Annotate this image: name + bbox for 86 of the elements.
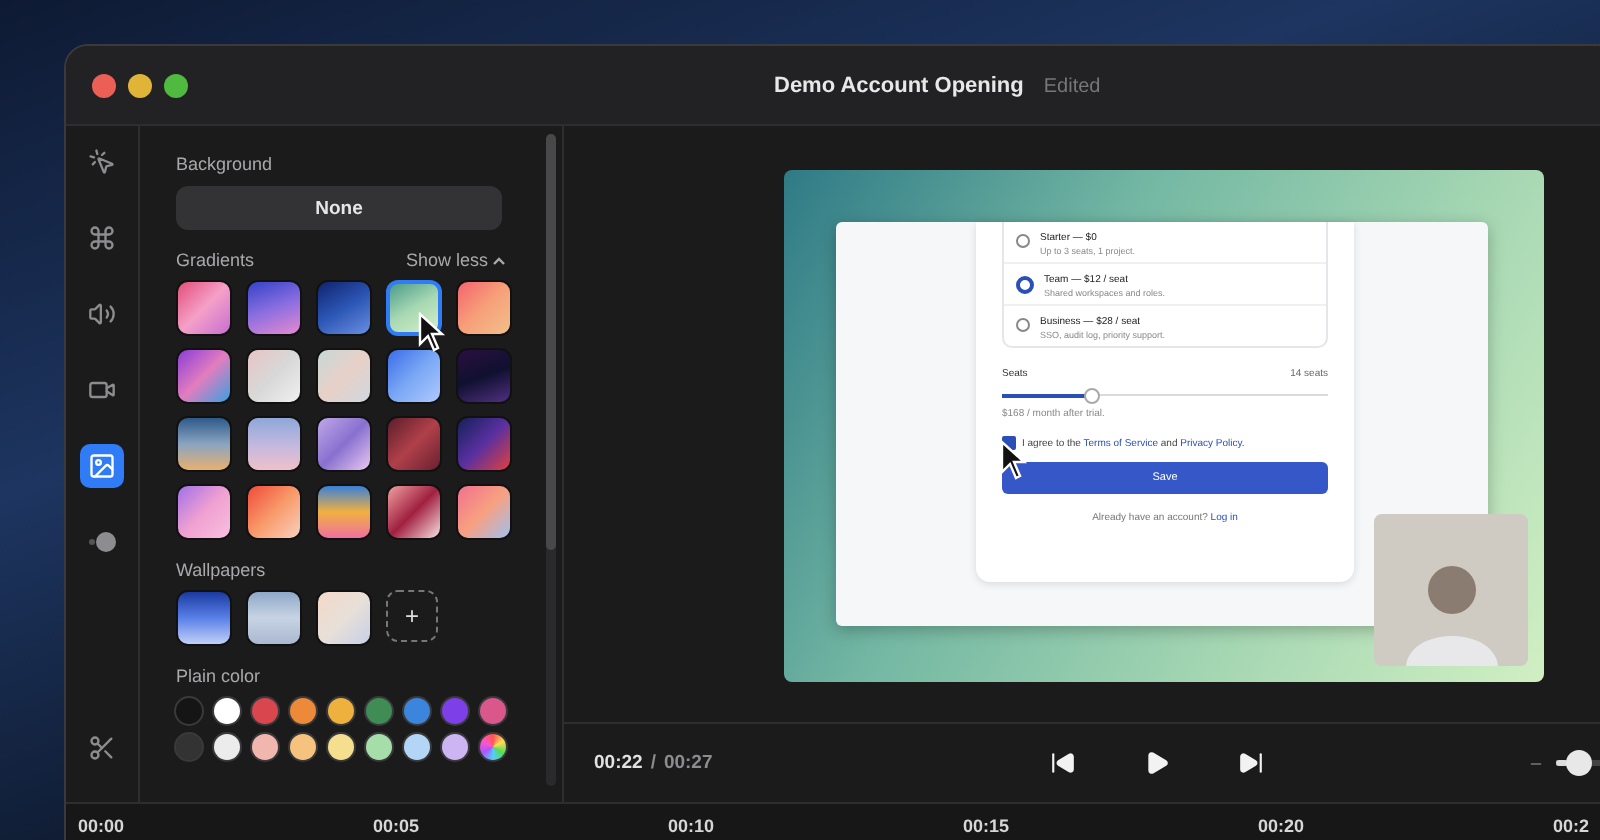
time-tick: 00:10 xyxy=(668,816,717,836)
section-label: Wallpapers xyxy=(176,560,268,580)
playback-button[interactable] xyxy=(1238,750,1264,776)
scrollbar[interactable] xyxy=(546,134,556,786)
color-dot[interactable] xyxy=(480,734,506,760)
time-tick: 00:15 xyxy=(963,816,1012,836)
color-dot[interactable] xyxy=(366,734,392,760)
playback-button[interactable] xyxy=(1050,750,1076,776)
gradient-swatch[interactable] xyxy=(456,348,512,404)
section-label: Gradients xyxy=(176,250,255,270)
current-time: 00:22 xyxy=(594,752,643,774)
section-label: Plain color xyxy=(176,666,263,686)
gradient-swatch[interactable] xyxy=(386,348,442,404)
color-dot[interactable] xyxy=(176,698,202,724)
speaker-icon xyxy=(88,300,116,328)
gradient-swatch[interactable] xyxy=(246,484,302,540)
color-dot[interactable] xyxy=(252,734,278,760)
gradient-swatch[interactable] xyxy=(246,280,302,336)
gradient-swatch[interactable] xyxy=(176,416,232,472)
scrollbar-thumb[interactable] xyxy=(546,134,556,550)
color-dot[interactable] xyxy=(442,698,468,724)
skip-back-icon xyxy=(1050,750,1076,776)
gradient-swatch[interactable] xyxy=(316,348,372,404)
gradient-swatch[interactable] xyxy=(246,416,302,472)
color-dot[interactable] xyxy=(404,698,430,724)
time-separator: / xyxy=(650,752,656,774)
time-tick: 00:20 xyxy=(1258,816,1307,836)
color-dot[interactable] xyxy=(442,734,468,760)
tool-button[interactable] xyxy=(80,444,124,488)
gradient-swatch[interactable] xyxy=(246,348,302,404)
gradient-swatch[interactable] xyxy=(386,280,442,336)
time-tick: 00:05 xyxy=(373,816,422,836)
total-time: 00:27 xyxy=(663,752,713,774)
time-tick: 00:00 xyxy=(78,816,127,836)
play-icon xyxy=(1144,750,1170,776)
close-button[interactable] xyxy=(92,73,116,97)
radio-button[interactable] xyxy=(1016,276,1034,294)
gradient-swatch[interactable] xyxy=(386,416,442,472)
color-dot[interactable] xyxy=(328,734,354,760)
gradient-swatch[interactable] xyxy=(456,484,512,540)
window-title: Demo Account Opening xyxy=(774,73,1024,97)
gradient-swatch[interactable] xyxy=(176,484,232,540)
show-less-button[interactable]: Show less xyxy=(405,250,506,270)
cursor-click-icon xyxy=(88,148,116,176)
zoom-button[interactable] xyxy=(164,73,188,97)
radio-button[interactable] xyxy=(1016,234,1030,248)
slider-thumb[interactable] xyxy=(1084,388,1100,404)
gradient-swatch[interactable] xyxy=(176,348,232,404)
color-dot[interactable] xyxy=(214,698,240,724)
add-wallpaper-button[interactable]: + xyxy=(386,590,438,642)
color-dot[interactable] xyxy=(328,698,354,724)
minimize-button[interactable] xyxy=(128,73,152,97)
radio-button[interactable] xyxy=(1016,318,1030,332)
color-dot[interactable] xyxy=(252,698,278,724)
gradient-swatch[interactable] xyxy=(316,484,372,540)
scissors-icon xyxy=(88,734,116,762)
color-dot[interactable] xyxy=(290,734,316,760)
gradient-swatch[interactable] xyxy=(386,484,442,540)
wallpaper-swatch[interactable] xyxy=(176,590,232,646)
chevron-up-icon xyxy=(492,255,506,265)
time-tick: 00:2 xyxy=(1553,816,1592,836)
color-dot[interactable] xyxy=(404,734,430,760)
color-dot[interactable] xyxy=(290,698,316,724)
video-camera-icon xyxy=(88,376,116,404)
skip-forward-icon xyxy=(1238,750,1264,776)
command-key-icon xyxy=(88,224,116,252)
edit-status: Edited xyxy=(1043,75,1101,97)
color-dot[interactable] xyxy=(366,698,392,724)
wallpaper-swatch[interactable] xyxy=(246,590,302,646)
volume-thumb[interactable] xyxy=(1566,750,1592,776)
mouse-pointer-icon xyxy=(1000,440,1028,480)
playback-button[interactable] xyxy=(1144,750,1170,776)
section-label: Background xyxy=(176,154,275,174)
gradient-swatch[interactable] xyxy=(176,280,232,336)
color-dot[interactable] xyxy=(214,734,240,760)
gradient-swatch[interactable] xyxy=(456,416,512,472)
gradient-swatch[interactable] xyxy=(316,416,372,472)
color-dot[interactable] xyxy=(480,698,506,724)
mouse-pointer-icon xyxy=(418,312,446,352)
gradient-swatch[interactable] xyxy=(456,280,512,336)
color-dot[interactable] xyxy=(176,734,202,760)
motion-icon xyxy=(86,532,118,552)
none-button[interactable]: None xyxy=(176,186,502,230)
gradient-swatch[interactable] xyxy=(316,280,372,336)
wallpaper-swatch[interactable] xyxy=(316,590,372,646)
image-icon xyxy=(88,452,116,480)
